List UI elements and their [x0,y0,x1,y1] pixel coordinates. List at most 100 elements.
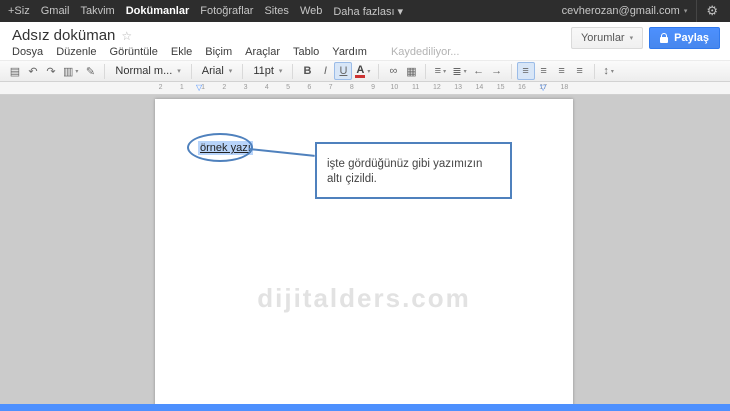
bulleted-list-icon: ≣ [452,65,461,78]
chevron-down-icon: ▾ [229,67,233,75]
redo-button[interactable]: ↷ [42,62,60,80]
font-size-value: 11pt [253,65,274,77]
topbar-link[interactable]: Dokümanlar [126,5,190,18]
undo-icon: ↶ [28,65,37,78]
menu-item[interactable]: Araçlar [245,46,280,58]
bold-button[interactable]: B [298,62,316,80]
styles-dropdown[interactable]: Normal m...▾ [110,62,185,80]
paint-format-button[interactable]: ✎ [81,62,99,80]
bulleted-list-button[interactable]: ≣▾ [449,62,469,80]
menu-item[interactable]: Düzenle [56,46,96,58]
header-actions: Yorumlar ▾ Paylaş [571,27,720,49]
toolbar-separator [594,64,595,79]
format-toolbar: ▤ ↶ ↷ ▥▾ ✎ Normal m...▾ Arial▾ 11pt▾ B I… [0,60,730,82]
document-canvas: örnek yazı işte gördüğünüz gibi yazımızı… [0,95,730,411]
topbar-link[interactable]: Web [300,5,322,18]
menu-item[interactable]: Dosya [12,46,43,58]
topbar-link[interactable]: Gmail [41,5,70,18]
outdent-button[interactable]: ← [470,62,488,80]
gear-icon: ⚙ [706,3,718,19]
align-center-button[interactable]: ≡ [535,62,553,80]
paint-format-icon: ✎ [86,65,95,78]
insert-comment-button[interactable]: ▦ [402,62,420,80]
topbar-right: cevherozan@gmail.com ▾ ⚙ [562,0,722,22]
left-margin-marker[interactable]: ▽ [196,83,202,93]
underline-button[interactable]: U [334,62,352,80]
comments-label: Yorumlar [581,32,625,44]
bottom-blue-bar [0,404,730,411]
ruler-number: 7 [320,82,341,94]
right-margin-marker[interactable]: ▽ [540,83,546,93]
align-right-button[interactable]: ≡ [553,62,571,80]
chevron-down-icon: ▾ [279,67,283,75]
ruler-number: 13 [448,82,469,94]
italic-icon: I [324,65,327,77]
chevron-down-icon: ▾ [630,34,634,42]
font-size-dropdown[interactable]: 11pt ▾ [248,62,287,80]
chevron-down-icon: ▾ [177,67,181,75]
numbered-list-icon: ≡ [435,65,441,77]
align-justify-button[interactable]: ≡ [571,62,589,80]
ruler-number: 2 [214,82,235,94]
undo-button[interactable]: ↶ [24,62,42,80]
menu-item[interactable]: Yardım [332,46,367,58]
italic-button[interactable]: I [316,62,334,80]
insert-link-button[interactable]: ∞ [384,62,402,80]
print-button[interactable]: ▤ [6,62,24,80]
ruler-number: 11 [405,82,426,94]
ruler: 21123456789101112131415161718 ▽ ▽ [0,82,730,95]
redo-icon: ↷ [46,65,55,78]
share-button[interactable]: Paylaş [649,27,720,49]
font-dropdown[interactable]: Arial ▾ [197,62,238,80]
account-menu[interactable]: cevherozan@gmail.com ▾ [562,5,688,17]
star-icon[interactable]: ☆ [121,29,132,43]
settings-gear-button[interactable]: ⚙ [696,0,722,22]
align-left-button[interactable]: ≡ [517,62,535,80]
toolbar-separator [511,64,512,79]
topbar-link[interactable]: Daha fazlası ▾ [333,5,403,18]
watermark-text: dijitalders.com [155,283,573,314]
menu-item[interactable]: Ekle [171,46,192,58]
menu-item[interactable]: Tablo [293,46,319,58]
menu-item[interactable]: Biçim [205,46,232,58]
numbered-list-button[interactable]: ≡▾ [431,62,449,80]
google-topbar: +Siz Gmail Takvim Dokümanlar Fotoğraflar Site… [0,0,730,22]
menubar: Dosya Düzenle Görüntüle Ekle Biçim Araçlar Tab… [12,46,367,58]
ruler-number: 15 [490,82,511,94]
clipboard-icon: ▥ [63,65,73,78]
web-clipboard-button[interactable]: ▥▾ [60,62,81,80]
chevron-down-icon: ▾ [684,7,688,15]
toolbar-separator [378,64,379,79]
font-value: Arial [202,65,224,77]
indent-icon: → [491,65,502,77]
annotation-ellipse[interactable] [187,133,253,162]
topbar-link[interactable]: Takvim [80,5,114,18]
menu-item[interactable]: Görüntüle [110,46,158,58]
account-email: cevherozan@gmail.com [562,5,680,17]
print-icon: ▤ [10,65,20,78]
align-justify-icon: ≡ [576,65,582,77]
text-color-icon: A [355,65,365,78]
ruler-number: 14 [469,82,490,94]
indent-button[interactable]: → [488,62,506,80]
topbar-link[interactable]: +Siz [8,5,30,18]
annotation-callout-box[interactable]: işte gördüğünüz gibi yazımızın altı çizi… [315,142,512,199]
chevron-down-icon: ▾ [443,68,446,75]
topbar-link[interactable]: Fotoğraflar [200,5,253,18]
document-page[interactable]: örnek yazı işte gördüğünüz gibi yazımızı… [155,99,573,411]
line-spacing-button[interactable]: ↕▾ [600,62,618,80]
lock-icon [660,37,668,43]
ruler-number: 3 [235,82,256,94]
text-color-button[interactable]: A▾ [352,62,373,80]
callout-text: işte gördüğünüz gibi yazımızın altı çizi… [327,158,482,185]
comments-button[interactable]: Yorumlar ▾ [571,27,643,49]
line-spacing-icon: ↕ [603,65,609,77]
annotation-connector-line[interactable] [249,148,315,157]
toolbar-separator [292,64,293,79]
document-title[interactable]: Adsız doküman [12,27,115,44]
ruler-number: 18 [554,82,575,94]
topbar-link[interactable]: Sites [264,5,288,18]
chevron-down-icon: ▾ [464,68,467,75]
bold-icon: B [303,65,311,77]
menu-row: Dosya Düzenle Görüntüle Ekle Biçim Araçlar Tab… [12,46,459,58]
